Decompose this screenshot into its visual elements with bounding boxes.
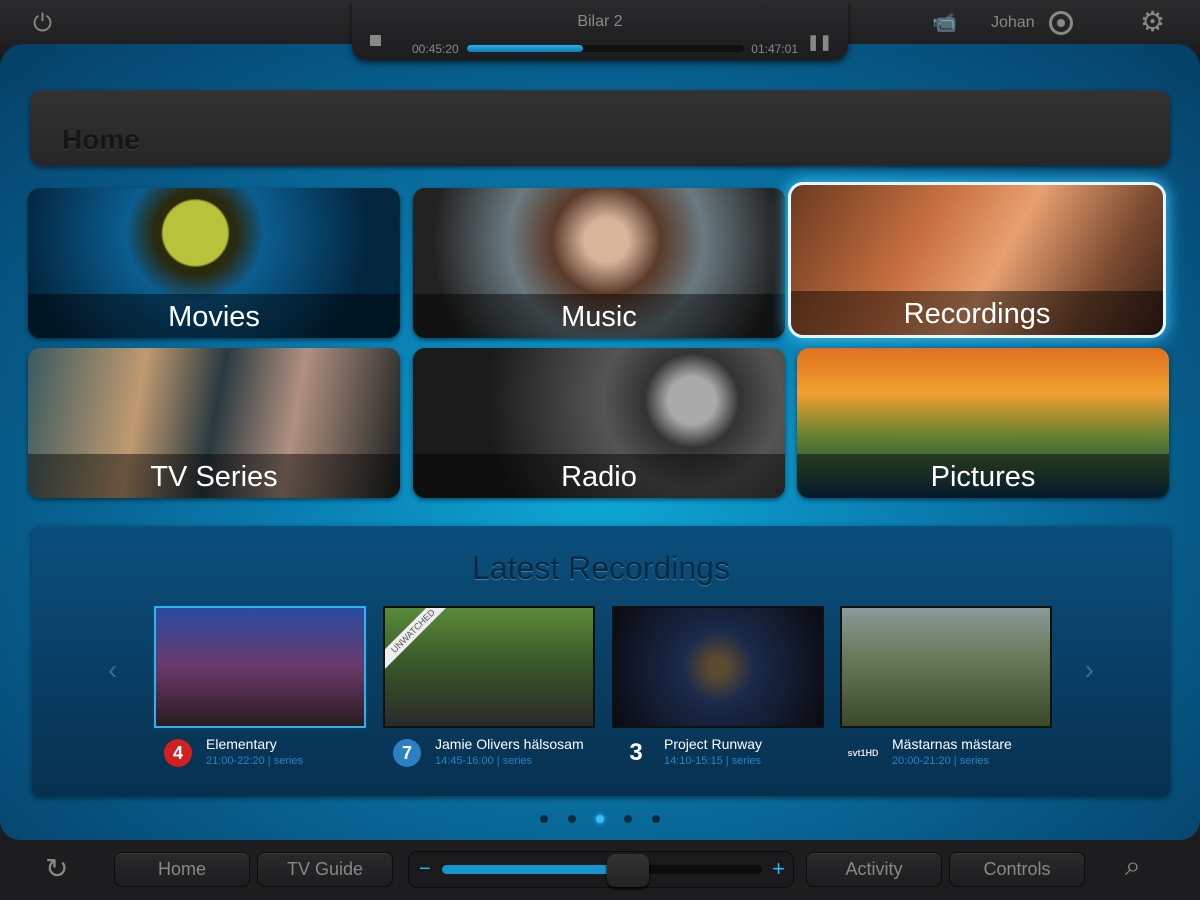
tv-guide-button[interactable]: TV Guide xyxy=(257,852,393,887)
chevron-right-icon[interactable]: › xyxy=(1085,654,1094,686)
channel-logo: 7 xyxy=(393,739,421,767)
recording-thumbnail xyxy=(840,606,1052,728)
tile-recordings[interactable]: Recordings xyxy=(788,182,1166,338)
recording-thumbnail xyxy=(154,606,366,728)
tile-label: Pictures xyxy=(797,454,1169,498)
recording-title: Mästarnas mästare xyxy=(892,736,1012,752)
recording-title: Elementary xyxy=(206,736,277,752)
recording-meta: 20:00-21:20 | series xyxy=(892,755,990,767)
recording-meta: 21:00-22:20 | series xyxy=(206,755,304,767)
gear-icon[interactable]: ⚙ xyxy=(1140,5,1165,38)
tile-tv-series[interactable]: TV Series xyxy=(28,348,400,498)
refresh-icon[interactable]: ↻ xyxy=(45,852,68,885)
page-indicator xyxy=(0,810,1200,828)
power-icon[interactable]: ⏻ xyxy=(33,10,52,38)
recording-item[interactable]: 3 Project Runway 14:10-15:15 | series xyxy=(612,606,824,767)
recording-item[interactable]: svt1HD Mästarnas mästare 20:00-21:20 | s… xyxy=(840,606,1052,767)
elapsed-time: 00:45:20 xyxy=(412,42,459,56)
recording-title: Project Runway xyxy=(664,736,763,752)
channel-logo: 4 xyxy=(164,739,192,767)
latest-recordings-panel: Latest Recordings ‹ › 4 Elementary 21:00… xyxy=(32,526,1170,796)
playback-progress-fill xyxy=(467,45,584,52)
tile-label: Music xyxy=(413,294,785,338)
channel-logo: 3 xyxy=(629,739,643,766)
recording-item[interactable]: 4 Elementary 21:00-22:20 | series xyxy=(154,606,366,767)
home-button[interactable]: Home xyxy=(114,852,250,887)
page-dot[interactable] xyxy=(624,815,632,823)
page-dot[interactable] xyxy=(596,815,604,823)
tile-label: Movies xyxy=(28,294,400,338)
stop-button[interactable] xyxy=(370,35,381,46)
page-dot[interactable] xyxy=(568,815,576,823)
chevron-left-icon[interactable]: ‹ xyxy=(108,654,117,686)
page-dot[interactable] xyxy=(652,815,660,823)
total-time: 01:47:01 xyxy=(751,42,798,56)
recording-thumbnail xyxy=(612,606,824,728)
tile-label: Radio xyxy=(413,454,785,498)
search-icon[interactable]: ⌕ xyxy=(1125,850,1141,883)
section-title: Latest Recordings xyxy=(472,550,730,586)
volume-down-icon[interactable]: − xyxy=(419,858,431,881)
controls-button[interactable]: Controls xyxy=(949,852,1085,887)
volume-track[interactable] xyxy=(442,854,762,887)
volume-slider[interactable]: − + xyxy=(408,851,794,888)
tile-radio[interactable]: Radio xyxy=(413,348,785,498)
tile-label: Recordings xyxy=(791,291,1163,335)
tile-label: TV Series xyxy=(28,454,400,498)
pause-button[interactable]: ❚❚ xyxy=(807,33,832,51)
volume-fill xyxy=(442,865,628,874)
recording-thumbnail: UNWATCHED xyxy=(383,606,595,728)
now-playing-bar: Bilar 2 00:45:20 01:47:01 ❚❚ xyxy=(352,0,848,60)
target-icon[interactable] xyxy=(1049,11,1073,35)
tile-music[interactable]: Music xyxy=(413,188,785,338)
page-dot[interactable] xyxy=(540,815,548,823)
unwatched-badge: UNWATCHED xyxy=(385,608,454,672)
tile-pictures[interactable]: Pictures xyxy=(797,348,1169,498)
page-title: Home xyxy=(62,124,140,155)
now-playing-title: Bilar 2 xyxy=(577,13,623,30)
user-name[interactable]: Johan xyxy=(991,14,1035,32)
tile-movies[interactable]: Movies xyxy=(28,188,400,338)
recording-meta: 14:45-16:00 | series xyxy=(435,755,533,767)
volume-knob[interactable] xyxy=(606,854,649,887)
channel-logo: svt1HD xyxy=(847,748,879,758)
volume-up-icon[interactable]: + xyxy=(772,856,785,882)
recording-meta: 14:10-15:15 | series xyxy=(664,755,762,767)
recording-title: Jamie Olivers hälsosam xyxy=(435,736,584,752)
playback-progress[interactable] xyxy=(467,45,744,52)
page-header: Home xyxy=(30,90,1170,166)
recording-item[interactable]: UNWATCHED 7 Jamie Olivers hälsosam 14:45… xyxy=(383,606,595,767)
camera-icon[interactable]: 📹 xyxy=(932,10,957,35)
activity-button[interactable]: Activity xyxy=(806,852,942,887)
